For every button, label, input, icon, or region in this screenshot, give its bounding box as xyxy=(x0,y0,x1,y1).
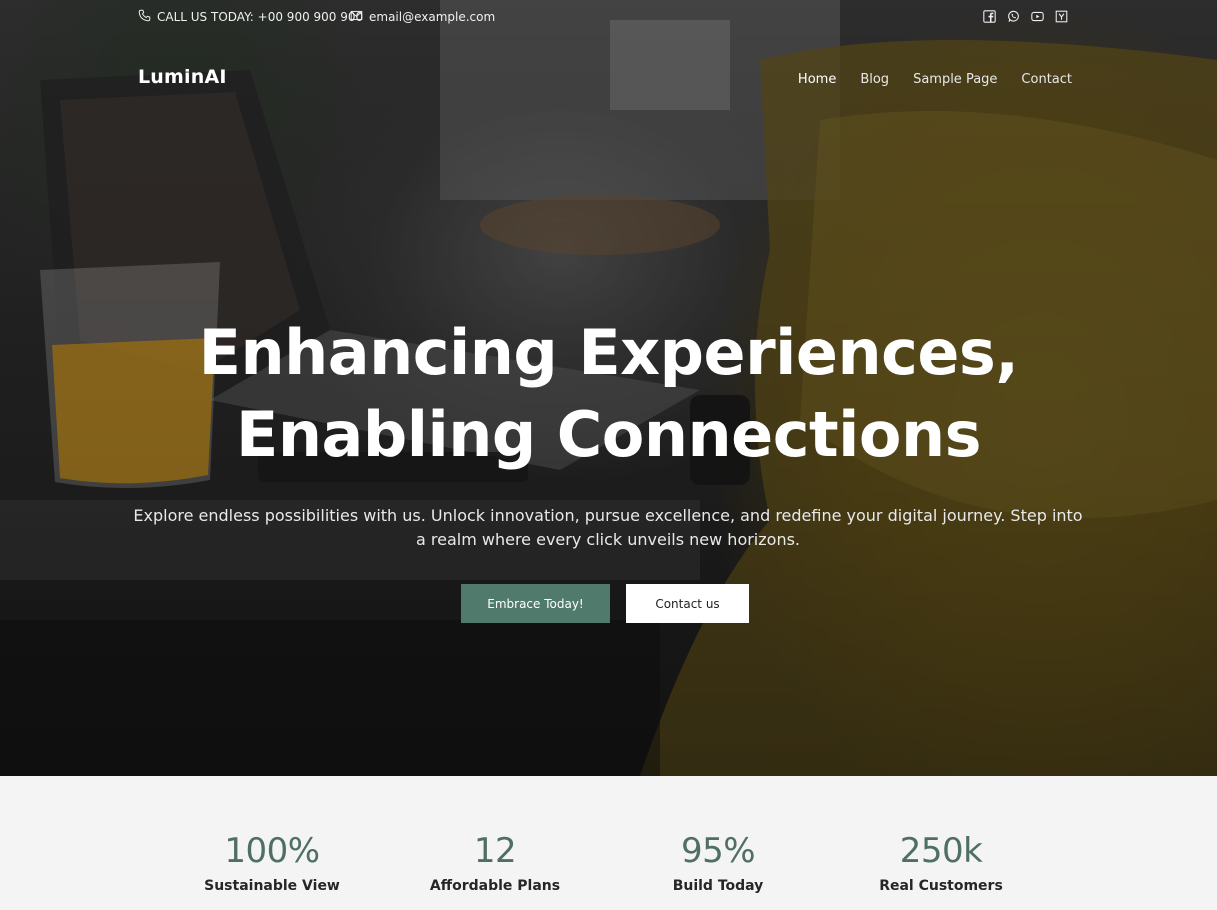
stat-value: 95% xyxy=(680,831,756,871)
whatsapp-icon[interactable] xyxy=(1006,9,1020,23)
stat-label: Build Today xyxy=(672,878,764,894)
stat-label: Real Customers xyxy=(879,878,1003,894)
stat-value: 250k xyxy=(899,831,983,871)
stat-label: Affordable Plans xyxy=(429,878,561,894)
stat-item: 250k Real Customers xyxy=(841,830,1041,894)
contact-us-button[interactable]: Contact us xyxy=(626,584,749,623)
y-combinator-icon[interactable] xyxy=(1054,9,1068,23)
stat-value: 100% xyxy=(224,831,320,871)
stats-section: 100% Sustainable View 12 Affordable Plan… xyxy=(0,776,1217,910)
stat-item: 100% Sustainable View xyxy=(172,830,372,894)
phone-contact[interactable]: CALL US TODAY: +00 900 900 900 xyxy=(138,9,363,25)
nav-item-sample-page[interactable]: Sample Page xyxy=(913,72,997,87)
email-text: email@example.com xyxy=(369,10,496,24)
nav-item-blog[interactable]: Blog xyxy=(860,72,889,87)
nav-item-contact[interactable]: Contact xyxy=(1021,72,1072,87)
mail-icon xyxy=(350,9,363,25)
embrace-today-button[interactable]: Embrace Today! xyxy=(461,584,610,623)
nav-item-home[interactable]: Home xyxy=(798,72,836,87)
stat-label: Sustainable View xyxy=(204,878,340,894)
hero-title-line-1: Enhancing Experiences, xyxy=(198,316,1019,389)
youtube-icon[interactable] xyxy=(1030,9,1044,23)
email-contact[interactable]: email@example.com xyxy=(350,9,495,25)
facebook-icon[interactable] xyxy=(982,9,996,23)
stat-item: 95% Build Today xyxy=(618,830,818,894)
hero-section: CALL US TODAY: +00 900 900 900 email@exa… xyxy=(0,0,1217,776)
top-bar: CALL US TODAY: +00 900 900 900 email@exa… xyxy=(0,0,1217,34)
site-logo[interactable]: LuminAI xyxy=(138,66,227,88)
stat-item: 12 Affordable Plans xyxy=(395,830,595,894)
stat-value: 12 xyxy=(473,831,517,871)
social-links xyxy=(982,9,1068,23)
phone-icon xyxy=(138,9,151,25)
phone-text: CALL US TODAY: +00 900 900 900 xyxy=(157,10,364,24)
hero-title: Enhancing Experiences, Enabling Connecti… xyxy=(0,312,1217,476)
hero-title-line-2: Enabling Connections xyxy=(235,398,982,471)
main-nav: Home Blog Sample Page Contact xyxy=(798,72,1072,87)
hero-subtitle: Explore endless possibilities with us. U… xyxy=(133,506,1083,549)
